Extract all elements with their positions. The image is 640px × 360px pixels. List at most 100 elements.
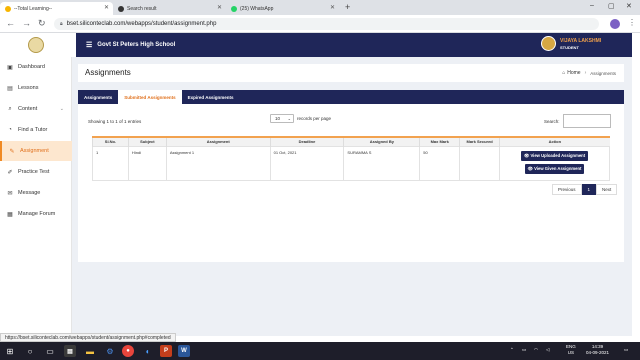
pagination-next[interactable]: Next	[596, 184, 618, 195]
edit-icon: ✐	[7, 169, 13, 176]
column-header[interactable]: Deadline	[269, 136, 344, 146]
back-icon[interactable]: ←	[6, 18, 15, 28]
clock[interactable]: 14:39 04-09-2021	[586, 344, 609, 356]
pagination-page-1[interactable]: 1	[581, 184, 597, 195]
lightbulb-icon	[5, 5, 11, 12]
sidebar-item-label: Content	[18, 106, 38, 112]
wifi-icon[interactable]: ◠	[534, 347, 538, 353]
browser-menu-icon[interactable]: ⋮	[628, 18, 636, 27]
forward-icon[interactable]: →	[22, 18, 31, 28]
user-icon: ◔	[8, 127, 12, 133]
cell-assigned-by: SURAMMA S	[343, 145, 421, 181]
browser-tab-total-learning[interactable]: --Total Learning-- ✕	[0, 2, 113, 15]
powerpoint-icon[interactable]: P	[160, 345, 172, 357]
tab-assignments[interactable]: Assignments	[78, 90, 118, 104]
close-icon[interactable]: ✕	[330, 4, 335, 11]
sidebar-item-dashboard[interactable]: ▣ Dashboard	[0, 57, 72, 77]
close-icon[interactable]: ✕	[217, 4, 222, 11]
button-label: View Given Assignment	[534, 165, 582, 171]
network-icon[interactable]: ▭	[522, 347, 526, 353]
view-given-assignment-button[interactable]: 👁︎ View Given Assignment	[524, 163, 585, 174]
forum-icon: ▦	[7, 211, 13, 218]
column-header[interactable]: Assignment	[165, 136, 271, 146]
settings-icon[interactable]: ⚙	[104, 345, 116, 357]
search-input[interactable]	[562, 114, 611, 128]
view-uploaded-assignment-button[interactable]: 👁︎ View Uploaded Assignment	[520, 150, 589, 161]
table-header-row: Sl.No. Subject Assignment Deadline Assig…	[92, 136, 610, 146]
school-logo[interactable]	[28, 37, 44, 53]
tab-title: --Total Learning--	[14, 5, 53, 12]
reload-icon[interactable]: ↻	[38, 18, 46, 29]
browser-tab-strip: --Total Learning-- ✕ Search result ✕ (25…	[0, 0, 640, 15]
tab-title: (25) WhatsApp	[240, 5, 274, 12]
sidebar-item-label: Lessons	[18, 85, 39, 91]
column-header[interactable]: Max Mark	[419, 136, 460, 146]
address-bar-row: ← → ↻ 🔒︎ bset.siliconteclab.com/webapps/…	[0, 15, 640, 33]
breadcrumb-separator: ›	[584, 70, 587, 76]
column-header[interactable]: Subject	[127, 136, 167, 146]
edge-icon[interactable]: ◐	[142, 345, 154, 357]
word-icon[interactable]: W	[178, 345, 190, 357]
search-icon[interactable]: ○	[24, 345, 36, 357]
eye-icon: 👁︎	[523, 152, 530, 158]
records-per-page-select[interactable]: 10 ⌄	[270, 114, 294, 123]
sidebar-item-manage-forum[interactable]: ▦ Manage Forum	[0, 204, 72, 224]
minimize-icon[interactable]: –	[590, 2, 594, 9]
sidebar-item-lessons[interactable]: ▤ Lessons	[0, 78, 72, 98]
page-title: Assignments	[85, 68, 131, 77]
user-role: STUDENT	[560, 44, 579, 50]
tab-submitted-assignments[interactable]: Submitted Assignments	[118, 90, 182, 104]
user-menu[interactable]: VIJAYA LAKSHMI STUDENT	[541, 36, 601, 51]
new-tab-button[interactable]: +	[345, 2, 350, 12]
language-indicator[interactable]: ENG US	[566, 344, 576, 356]
sidebar-item-find-a-tutor[interactable]: ◔ Find a Tutor	[0, 120, 72, 140]
pagination-previous[interactable]: Previous	[552, 184, 582, 195]
region-code: US	[567, 350, 575, 355]
notification-icon[interactable]: ▭	[624, 347, 628, 353]
browser-tab-whatsapp[interactable]: (25) WhatsApp ✕	[226, 2, 339, 15]
avatar[interactable]	[541, 36, 556, 51]
column-header[interactable]: Assigned By	[343, 136, 420, 146]
browser-tab-search-result[interactable]: Search result ✕	[113, 2, 226, 15]
sidebar-item-assignment[interactable]: ✎ Assignment	[0, 141, 72, 161]
sidebar-item-content[interactable]: ⌕ Content ⌄	[0, 99, 72, 119]
maximize-icon[interactable]: ▢	[608, 2, 615, 10]
column-header[interactable]: Sl.No.	[92, 136, 129, 146]
sidebar-item-label: Assignment	[20, 148, 49, 154]
site-icon	[118, 5, 124, 12]
table-search: Search:	[544, 114, 611, 128]
cell-max-mark: 50	[419, 145, 461, 181]
hamburger-icon[interactable]: ☰	[86, 41, 92, 49]
file-explorer-icon[interactable]: ▬	[84, 345, 96, 357]
tab-expired-assignments[interactable]: Expired Assignments	[182, 90, 240, 104]
cell-sl-no: 1	[92, 145, 129, 181]
cell-deadline: 01 Oct, 2021	[269, 145, 345, 181]
records-per-page-value: 10	[275, 116, 281, 121]
breadcrumb-home[interactable]: Home	[567, 70, 580, 76]
taskbar: ⊞ ○ ▭ ▤ ▬ ⚙ ● ◐ P W ⌃ ▭ ◠ ◁ ENG US 14:39…	[0, 342, 640, 360]
clock-date: 04-09-2021	[586, 350, 610, 355]
close-window-icon[interactable]: ✕	[626, 2, 632, 10]
sidebar-item-label: Find a Tutor	[18, 127, 48, 133]
tray-arrow-icon[interactable]: ⌃	[510, 347, 514, 353]
volume-icon[interactable]: ◁	[546, 347, 549, 353]
cell-assignment: Assignment 1	[165, 145, 271, 181]
pencil-icon: ✎	[9, 148, 15, 155]
tab-title: Search result	[127, 5, 157, 12]
sidebar-item-label: Manage Forum	[18, 211, 56, 217]
windows-start-icon[interactable]: ⊞	[4, 345, 16, 357]
user-name: VIJAYA LAKSHMI	[560, 37, 602, 44]
close-icon[interactable]: ✕	[104, 4, 109, 11]
search-label: Search:	[544, 118, 560, 124]
chrome-icon[interactable]: ●	[122, 345, 134, 357]
pagination: Previous 1 Next	[552, 184, 618, 195]
task-view-icon[interactable]: ▭	[44, 345, 56, 357]
cell-subject: Hindi	[127, 145, 167, 181]
profile-avatar[interactable]	[610, 19, 620, 29]
sidebar-item-message[interactable]: ✉ Message	[0, 183, 72, 203]
store-icon[interactable]: ▤	[64, 345, 76, 357]
column-header[interactable]: Mark Secured	[459, 136, 500, 146]
column-header[interactable]: Action	[499, 136, 610, 146]
url-input[interactable]: 🔒︎ bset.siliconteclab.com/webapps/studen…	[54, 18, 599, 30]
sidebar-item-practice-test[interactable]: ✐ Practice Test	[0, 162, 72, 182]
